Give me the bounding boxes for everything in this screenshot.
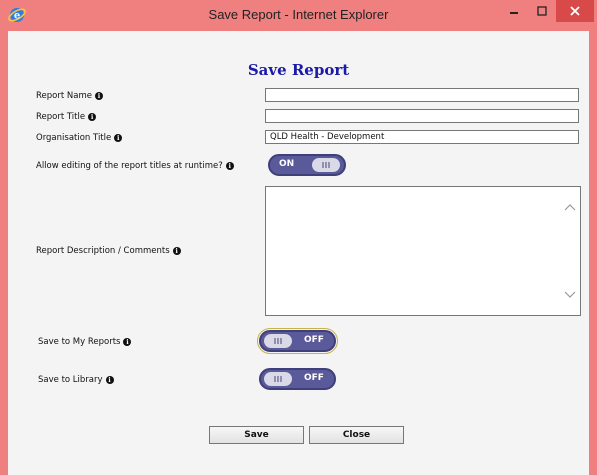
toggle-state: OFF xyxy=(304,335,324,345)
allow-editing-label: Allow editing of the report titles at ru… xyxy=(36,161,234,171)
save-to-library-label-text: Save to Library xyxy=(38,375,103,385)
toggle-knob[interactable]: III xyxy=(264,334,292,348)
report-name-label-text: Report Name xyxy=(36,91,92,101)
close-button[interactable]: Close xyxy=(309,426,404,444)
save-button[interactable]: Save xyxy=(209,426,304,444)
toggle-state: ON xyxy=(279,159,295,169)
organisation-title-label: Organisation Title i xyxy=(36,133,123,143)
save-to-library-toggle[interactable]: III OFF xyxy=(259,368,336,390)
info-icon[interactable]: i xyxy=(225,161,234,170)
info-icon[interactable]: i xyxy=(123,337,132,346)
minimize-button[interactable] xyxy=(500,0,528,22)
save-to-my-reports-label: Save to My Reports i xyxy=(38,337,132,347)
close-icon xyxy=(570,6,580,16)
toggle-knob[interactable]: III xyxy=(312,158,340,172)
minimize-icon xyxy=(510,12,518,14)
report-title-label-text: Report Title xyxy=(36,112,86,122)
allow-editing-label-text: Allow editing of the report titles at ru… xyxy=(36,161,223,171)
report-title-input[interactable] xyxy=(265,109,579,123)
info-icon[interactable]: i xyxy=(94,91,103,100)
description-textarea[interactable] xyxy=(265,186,581,316)
maximize-icon xyxy=(537,6,547,16)
allow-editing-toggle[interactable]: ON III xyxy=(268,154,346,176)
save-to-my-reports-label-text: Save to My Reports xyxy=(38,337,121,347)
toggle-state: OFF xyxy=(304,373,324,383)
scroll-up-icon[interactable] xyxy=(564,203,576,211)
organisation-title-label-text: Organisation Title xyxy=(36,133,112,143)
description-label: Report Description / Comments i xyxy=(36,246,181,256)
maximize-button[interactable] xyxy=(528,0,556,22)
info-icon[interactable]: i xyxy=(105,375,114,384)
info-icon[interactable]: i xyxy=(114,133,123,142)
report-name-input[interactable] xyxy=(265,88,579,102)
form-title: Save Report xyxy=(247,61,350,79)
save-to-library-label: Save to Library i xyxy=(38,375,114,385)
report-title-label: Report Title i xyxy=(36,112,97,122)
report-name-label: Report Name i xyxy=(36,91,103,101)
info-icon[interactable]: i xyxy=(88,112,97,121)
info-icon[interactable]: i xyxy=(172,246,181,255)
title-bar[interactable]: e Save Report - Internet Explorer xyxy=(0,0,597,30)
description-label-text: Report Description / Comments xyxy=(36,246,170,256)
toggle-knob[interactable]: III xyxy=(264,372,292,386)
organisation-title-input[interactable] xyxy=(265,130,579,144)
close-window-button[interactable] xyxy=(556,0,594,22)
save-to-my-reports-toggle[interactable]: III OFF xyxy=(257,328,338,354)
scroll-down-icon[interactable] xyxy=(564,291,576,299)
